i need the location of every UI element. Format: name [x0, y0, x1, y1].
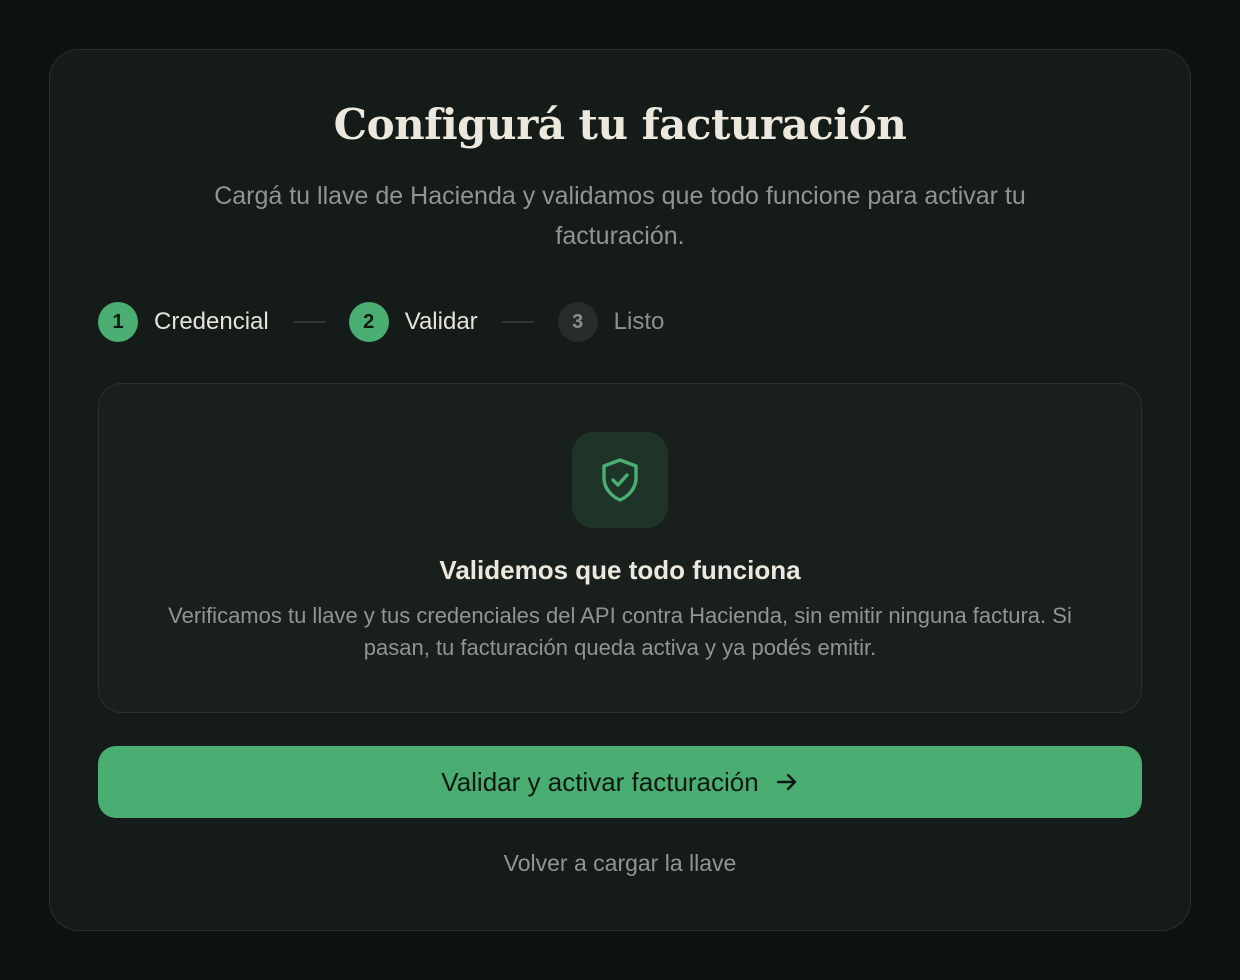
validate-activate-label: Validar y activar facturación — [441, 766, 759, 797]
shield-icon-container — [572, 432, 668, 528]
step-label: Credencial — [154, 308, 269, 335]
shield-check-icon — [602, 458, 638, 502]
reload-key-link[interactable]: Volver a cargar la llave — [98, 850, 1142, 877]
step-number: 1 — [98, 302, 138, 342]
step-label: Listo — [613, 308, 665, 335]
step-credencial: 1 Credencial — [98, 302, 269, 342]
page-title: Configurá tu facturación — [333, 100, 907, 149]
step-listo: 3 Listo — [557, 302, 665, 342]
panel-title: Validemos que todo funciona — [439, 555, 801, 585]
step-number: 2 — [348, 302, 389, 342]
step-connector — [501, 321, 534, 323]
step-number: 3 — [557, 302, 598, 342]
step-connector — [292, 321, 325, 323]
step-label: Validar — [404, 308, 478, 335]
panel-description: Verificamos tu llave y tus credenciales … — [168, 603, 1072, 660]
validate-activate-button[interactable]: Validar y activar facturación — [98, 746, 1142, 818]
arrow-right-icon — [775, 770, 799, 794]
stepper: 1 Credencial 2 Validar 3 Listo — [98, 302, 664, 342]
page-subtitle: Cargá tu llave de Hacienda y validamos q… — [214, 182, 1026, 250]
step-validar: 2 Validar — [348, 302, 478, 342]
